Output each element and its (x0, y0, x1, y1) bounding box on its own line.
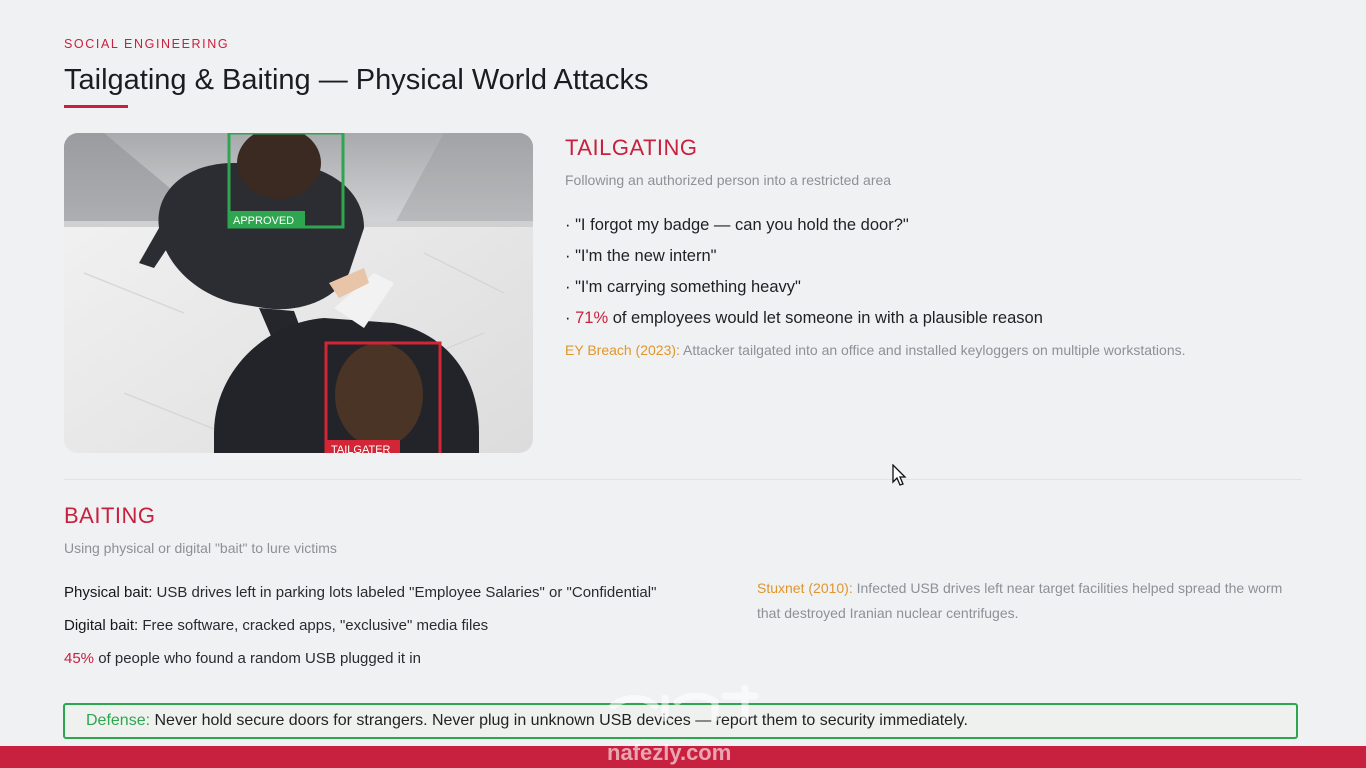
bullet-dot: · (565, 309, 576, 327)
ey-breach-text: Attacker tailgated into an office and in… (679, 342, 1186, 358)
baiting-list: Physical bait: USB drives left in parkin… (64, 576, 656, 675)
section-divider (64, 479, 1302, 480)
digital-bait-text: Free software, cracked apps, "exclusive"… (138, 617, 489, 634)
tailgating-heading: TAILGATING (565, 135, 698, 160)
physical-bait-text: USB drives left in parking lots labeled … (152, 584, 657, 601)
tailgating-stat-text: of employees would let someone in with a… (608, 309, 1043, 327)
baiting-subtitle: Using physical or digital "bait" to lure… (64, 540, 337, 556)
ey-breach-case: EY Breach (2023): Attacker tailgated int… (565, 342, 1186, 358)
tailgater-tag: TAILGATER (331, 444, 391, 453)
physical-bait-item: Physical bait: USB drives left in parkin… (64, 576, 656, 609)
tailgating-subtitle: Following an authorized person into a re… (565, 172, 892, 188)
page-title: Tailgating & Baiting — Physical World At… (64, 64, 649, 96)
defense-label: Defense: (86, 712, 151, 729)
section-kicker: SOCIAL ENGINEERING (64, 37, 230, 51)
tailgating-photo: APPROVED TAILGATER (64, 133, 533, 453)
tailgating-stat-bullet: · 71% of employees would let someone in … (565, 303, 1043, 334)
baiting-heading: BAITING (64, 503, 156, 528)
baiting-stat-text: of people who found a random USB plugged… (94, 650, 421, 667)
digital-bait-label: Digital bait: (64, 617, 139, 634)
mouse-cursor-icon (892, 464, 907, 486)
title-underline (64, 105, 128, 108)
stuxnet-case: Stuxnet (2010): Infected USB drives left… (757, 576, 1287, 626)
ey-breach-label: EY Breach (2023): (565, 342, 680, 358)
watermark-text: nafezly.com (607, 740, 731, 765)
nafezly-watermark-logo: nafezly.com (607, 684, 759, 765)
tailgating-bullet: · "I forgot my badge — can you hold the … (565, 216, 909, 234)
approved-tag: APPROVED (233, 215, 294, 227)
baiting-stat-item: 45% of people who found a random USB plu… (64, 642, 656, 675)
tailgating-bullets: · "I forgot my badge — can you hold the … (565, 210, 1043, 334)
defense-text: Never hold secure doors for strangers. N… (150, 712, 968, 729)
physical-bait-label: Physical bait: (64, 584, 153, 601)
tailgating-bullet: · "I'm the new intern" (565, 247, 717, 265)
tailgating-bullet: · "I'm carrying something heavy" (565, 278, 801, 296)
stuxnet-label: Stuxnet (2010): (757, 580, 853, 596)
tailgating-stat-value: 71% (575, 309, 609, 327)
baiting-stat-value: 45% (64, 650, 95, 667)
digital-bait-item: Digital bait: Free software, cracked app… (64, 609, 656, 642)
